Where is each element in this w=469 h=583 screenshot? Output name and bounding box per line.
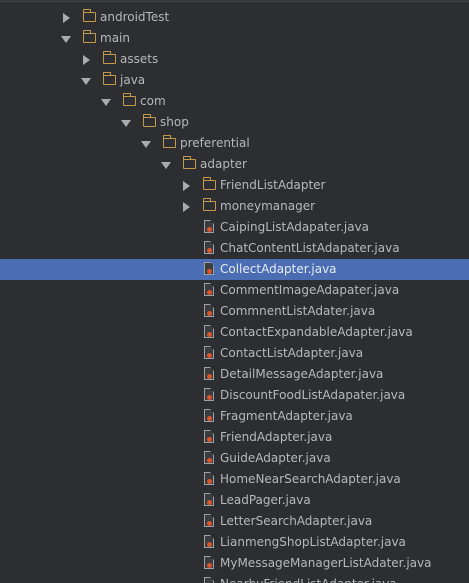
java-class-badge-icon [207,479,212,484]
tree-node-label: LeadPager.java [220,493,311,507]
java-class-badge-icon [207,437,212,442]
tree-file-row[interactable]: CommentImageAdapater.java [0,280,469,301]
java-class-badge-icon [207,374,212,379]
tree-node-label: MyMessageManagerListAdater.java [220,556,432,570]
tree-node-label: GuideAdapter.java [220,451,331,465]
java-class-badge-icon [207,269,212,274]
tree-file-row[interactable]: MyMessageManagerListAdater.java [0,553,469,574]
chevron-right-icon[interactable] [63,13,70,23]
tree-folder-row[interactable]: main [0,28,469,49]
folder-icon [103,51,116,64]
tree-node-label: CommentImageAdapater.java [220,283,400,297]
tree-node-label: CommnentListAdater.java [220,304,376,318]
folder-icon [203,198,216,211]
java-class-badge-icon [207,395,212,400]
java-class-badge-icon [207,353,212,358]
folder-icon [83,30,96,43]
java-class-badge-icon [207,248,212,253]
folder-icon [83,9,96,22]
tree-node-label: moneymanager [220,199,316,213]
tree-node-label: ChatContentListAdapater.java [220,241,400,255]
folder-icon [143,114,156,127]
java-class-badge-icon [207,227,212,232]
tree-node-label: adapter [200,157,247,171]
tree-file-row[interactable]: DiscountFoodListAdapater.java [0,385,469,406]
tree-folder-row[interactable]: com [0,91,469,112]
tree-folder-row[interactable]: FriendListAdapter [0,175,469,196]
java-class-badge-icon [207,458,212,463]
tree-node-label: ContactExpandableAdapter.java [220,325,413,339]
tree-node-label: DiscountFoodListAdapater.java [220,388,406,402]
folder-icon [103,72,116,85]
tree-folder-row[interactable]: shop [0,112,469,133]
tree-node-label: LianmengShopListAdapter.java [220,535,406,549]
project-tree-panel: androidTest main assets java com shop preferen… [0,0,469,583]
tree-node-label: assets [120,52,159,66]
tree-node-label: NearbyFriendListAdapter.java [220,574,397,583]
tree-folder-row[interactable]: assets [0,49,469,70]
chevron-right-icon[interactable] [183,202,190,212]
tree-file-row[interactable]: NearbyFriendListAdapter.java [0,574,469,583]
chevron-down-icon[interactable] [121,120,131,127]
tree-node-label: preferential [180,136,250,150]
tree-folder-row[interactable]: moneymanager [0,196,469,217]
tree-node-label: DetailMessageAdapter.java [220,367,384,381]
tree-node-label: FriendAdapter.java [220,430,333,444]
tree-file-row[interactable]: ContactExpandableAdapter.java [0,322,469,343]
tree-file-row[interactable]: LeadPager.java [0,490,469,511]
tree-node-label: CollectAdapter.java [220,262,337,276]
tree-file-row[interactable]: CommnentListAdater.java [0,301,469,322]
folder-icon [183,156,196,169]
tree-node-label: LetterSearchAdapter.java [220,514,373,528]
tree-folder-row[interactable]: androidTest [0,7,469,28]
tree-file-row[interactable]: CaipingListAdapater.java [0,217,469,238]
java-class-badge-icon [207,521,212,526]
chevron-down-icon[interactable] [101,99,111,106]
java-class-badge-icon [207,311,212,316]
tree-node-label: androidTest [100,10,170,24]
tree-file-row[interactable]: LianmengShopListAdapter.java [0,532,469,553]
panel-top-edge [0,0,469,4]
chevron-down-icon[interactable] [161,162,171,169]
tree-file-row[interactable]: FriendAdapter.java [0,427,469,448]
chevron-down-icon[interactable] [81,78,91,85]
java-class-badge-icon [207,542,212,547]
folder-icon [163,135,176,148]
tree-folder-row[interactable]: adapter [0,154,469,175]
folder-icon [123,93,136,106]
tree-node-label: HomeNearSearchAdapter.java [220,472,401,486]
tree-node-label: com [140,94,166,108]
tree-node-label: java [120,73,146,87]
tree-file-row[interactable]: HomeNearSearchAdapter.java [0,469,469,490]
java-class-badge-icon [207,332,212,337]
tree-file-row[interactable]: FragmentAdapter.java [0,406,469,427]
tree-file-row[interactable]: GuideAdapter.java [0,448,469,469]
chevron-down-icon[interactable] [61,36,71,43]
tree-file-row[interactable]: CollectAdapter.java [0,259,469,280]
java-class-badge-icon [207,416,212,421]
chevron-down-icon[interactable] [141,141,151,148]
tree-file-row[interactable]: LetterSearchAdapter.java [0,511,469,532]
tree-node-label: FriendListAdapter [220,178,326,192]
tree-node-label: FragmentAdapter.java [220,409,353,423]
java-class-badge-icon [207,563,212,568]
java-file-icon [204,577,214,583]
tree-file-row[interactable]: DetailMessageAdapter.java [0,364,469,385]
tree-node-label: shop [160,115,189,129]
java-class-badge-icon [207,500,212,505]
tree-file-row[interactable]: ChatContentListAdapater.java [0,238,469,259]
tree-folder-row[interactable]: java [0,70,469,91]
tree-file-row[interactable]: ContactListAdapter.java [0,343,469,364]
java-class-badge-icon [207,290,212,295]
chevron-right-icon[interactable] [83,55,90,65]
chevron-right-icon[interactable] [183,181,190,191]
tree-node-label: main [100,31,130,45]
tree-folder-row[interactable]: preferential [0,133,469,154]
tree-node-label: ContactListAdapter.java [220,346,364,360]
tree-node-label: CaipingListAdapater.java [220,220,370,234]
folder-icon [203,177,216,190]
